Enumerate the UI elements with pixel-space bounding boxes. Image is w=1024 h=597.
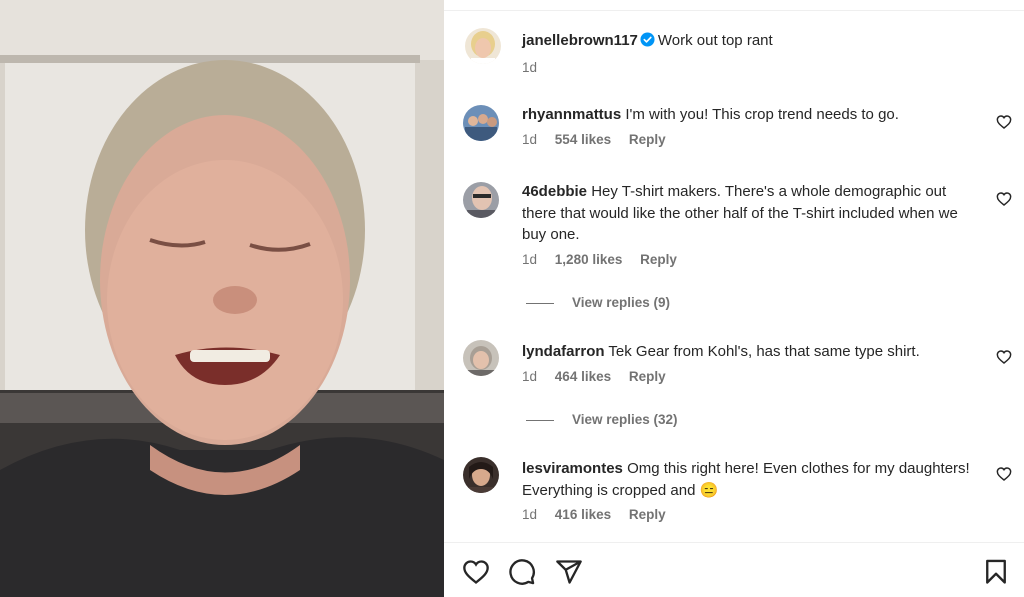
comment-text: I'm with you! This crop trend needs to g…	[625, 106, 899, 123]
reply-button[interactable]: Reply	[629, 132, 666, 147]
comment-likes[interactable]: 1,280 likes	[555, 252, 623, 267]
heart-icon[interactable]	[996, 114, 1012, 130]
view-replies-label[interactable]: View replies (9)	[572, 295, 670, 310]
view-replies-label[interactable]: View replies (32)	[572, 412, 678, 427]
heart-icon[interactable]	[996, 191, 1012, 207]
reply-button[interactable]: Reply	[629, 369, 666, 384]
comment-avatar[interactable]	[463, 105, 499, 141]
bookmark-icon[interactable]	[982, 558, 1010, 586]
comment: rhyannmattus I'm with you! This crop tre…	[522, 104, 982, 147]
divider	[444, 10, 1024, 11]
comment-username[interactable]: lesviramontes	[522, 460, 623, 477]
post-media[interactable]	[0, 0, 444, 597]
comment-avatar[interactable]	[463, 340, 499, 376]
heart-icon[interactable]	[996, 466, 1012, 482]
comment-text: Hey T-shirt makers. There's a whole demo…	[522, 183, 958, 243]
post-actions	[444, 555, 1024, 591]
comment-likes[interactable]: 416 likes	[555, 507, 611, 522]
comment: lesviramontes Omg this right here! Even …	[522, 458, 982, 522]
author-avatar[interactable]	[465, 28, 501, 64]
comments-panel: janellebrown117 Work out top rant 1d rhya…	[444, 0, 1024, 597]
comment-avatar[interactable]	[463, 457, 499, 493]
view-replies-line	[526, 419, 554, 421]
view-replies-button[interactable]: View replies (32)	[526, 412, 678, 427]
divider	[444, 542, 1024, 543]
view-replies-button[interactable]: View replies (9)	[526, 295, 670, 310]
comment-likes[interactable]: 554 likes	[555, 132, 611, 147]
comment-time[interactable]: 1d	[522, 369, 537, 384]
reply-button[interactable]: Reply	[640, 252, 677, 267]
comment-icon[interactable]	[508, 558, 536, 586]
comment-time[interactable]: 1d	[522, 507, 537, 522]
heart-icon[interactable]	[462, 558, 490, 586]
comment-username[interactable]: 46debbie	[522, 183, 587, 200]
caption-time[interactable]: 1d	[522, 60, 537, 75]
comment-likes[interactable]: 464 likes	[555, 369, 611, 384]
comment-time[interactable]: 1d	[522, 132, 537, 147]
comment-username[interactable]: lyndafarron	[522, 343, 605, 360]
caption-text: Work out top rant	[657, 32, 773, 49]
heart-icon[interactable]	[996, 349, 1012, 365]
comment: lyndafarron Tek Gear from Kohl's, has th…	[522, 341, 982, 384]
reply-button[interactable]: Reply	[629, 507, 666, 522]
share-icon[interactable]	[555, 558, 583, 586]
author-username[interactable]: janellebrown117	[522, 32, 638, 49]
post-caption: janellebrown117 Work out top rant 1d	[522, 30, 982, 75]
view-replies-line	[526, 302, 554, 304]
comment-time[interactable]: 1d	[522, 252, 537, 267]
comment-text: Tek Gear from Kohl's, has that same type…	[608, 343, 920, 360]
comment-avatar[interactable]	[463, 182, 499, 218]
verified-badge-icon	[640, 32, 655, 47]
comment-username[interactable]: rhyannmattus	[522, 106, 621, 123]
comment: 46debbie Hey T-shirt makers. There's a w…	[522, 181, 982, 267]
video-frame-image	[0, 0, 444, 597]
